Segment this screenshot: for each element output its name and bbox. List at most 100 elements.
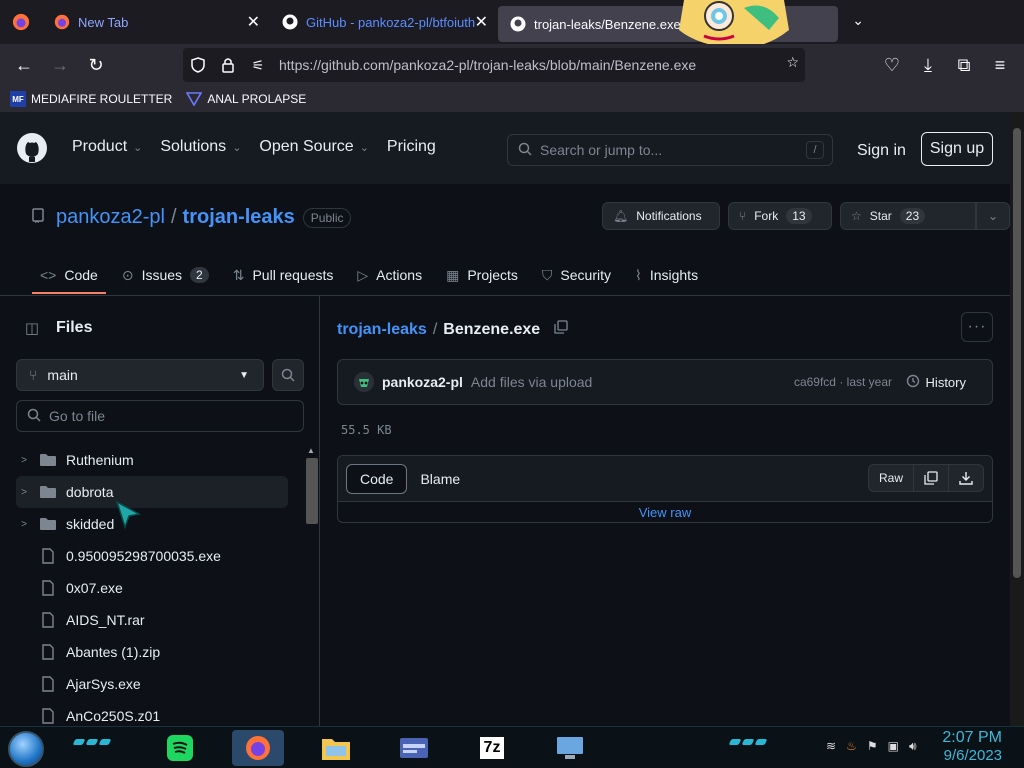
tab-insights[interactable]: ⌇ Insights [627, 256, 706, 294]
taskbar-file-explorer[interactable] [310, 730, 362, 766]
bookmark-mediafire[interactable]: MF MEDIAFIRE ROULETTER [10, 91, 172, 107]
downloads-icon[interactable]: ⤓ [910, 49, 946, 81]
nav-pricing[interactable]: Pricing [387, 138, 436, 156]
nav-open-source[interactable]: Open Source ⌄ [259, 138, 369, 156]
flag-icon[interactable]: ⚑ [867, 739, 878, 754]
browser-tab-bar: New Tab ✕ GitHub - pankoza2-pl/btfoiuth … [0, 0, 1024, 44]
tree-file[interactable]: AnCo250S.z01 [16, 700, 288, 726]
close-tab-icon[interactable]: ✕ [475, 12, 488, 32]
scrollbar-thumb[interactable] [1013, 128, 1021, 578]
menu-icon[interactable]: ≡ [982, 49, 1018, 81]
tree-file[interactable]: AjarSys.exe [16, 668, 288, 700]
bell-icon: 🔔︎ [613, 209, 629, 223]
github-logo-icon[interactable] [16, 132, 48, 164]
branch-selector[interactable]: ⑂ main ▼ [16, 359, 264, 391]
chevron-right-icon[interactable]: > [16, 455, 32, 466]
firefox-icon [246, 736, 270, 760]
taskbar-app[interactable] [388, 730, 440, 766]
sidebar-collapse-icon[interactable]: ◫ [16, 316, 48, 340]
firefox-icon [54, 14, 70, 30]
tab-security[interactable]: ⛉ Security [534, 256, 619, 294]
avatar[interactable] [354, 372, 374, 392]
sidebar-scrollbar[interactable]: ▲ [304, 446, 318, 726]
play-icon: ▷ [357, 266, 369, 283]
copy-path-icon[interactable] [554, 320, 568, 339]
repo-name-link[interactable]: trojan-leaks [183, 206, 295, 229]
repo-owner-link[interactable]: pankoza2-pl [56, 206, 165, 229]
tree-file[interactable]: 0.950095298700035.exe [16, 540, 288, 572]
shield-icon[interactable] [183, 57, 213, 73]
reload-button[interactable]: ↻ [78, 49, 114, 81]
firefox-menu-icon[interactable] [0, 0, 42, 44]
tree-folder[interactable]: > Ruthenium [16, 444, 288, 476]
volume-icon[interactable]: 🔊︎ [909, 739, 917, 754]
monitor-tray-icon[interactable]: ▣ [888, 739, 899, 754]
breadcrumb-repo-link[interactable]: trojan-leaks [337, 321, 427, 339]
scroll-up-arrow-icon[interactable]: ▲ [304, 446, 318, 455]
github-icon [282, 14, 298, 30]
bookmark-star-icon[interactable]: ☆ [786, 54, 799, 71]
commit-author-link[interactable]: pankoza2-pl [382, 374, 463, 390]
tab-actions[interactable]: ▷ Actions [349, 256, 430, 294]
star-button[interactable]: ☆ Star 23 [840, 202, 976, 230]
url-text[interactable]: https://github.com/pankoza2-pl/trojan-le… [279, 57, 696, 73]
commit-hash-link[interactable]: ca69fcd · last year [794, 375, 892, 389]
chevron-down-icon[interactable]: ⌄ [852, 12, 864, 29]
tab-code[interactable]: <> Code [32, 256, 106, 294]
fork-button[interactable]: ⑂ Fork 13 [728, 202, 832, 230]
code-view-button[interactable]: Code [346, 464, 408, 494]
tab-label: Pull requests [252, 267, 334, 283]
sign-up-button[interactable]: Sign up [921, 132, 993, 166]
nav-solutions[interactable]: Solutions ⌄ [160, 138, 241, 156]
url-bar[interactable]: ⚟ https://github.com/pankoza2-pl/trojan-… [183, 48, 805, 82]
extensions-icon[interactable]: ⧉ [946, 49, 982, 81]
search-files-button[interactable] [272, 359, 304, 391]
tree-file[interactable]: AIDS_NT.rar [16, 604, 288, 636]
view-raw-link[interactable]: View raw [338, 502, 992, 524]
taskbar-firefox[interactable] [232, 730, 284, 766]
tab-github-btfoiuth[interactable]: GitHub - pankoza2-pl/btfoiuth ✕ [270, 0, 498, 44]
tab-issues[interactable]: ⊙ Issues 2 [114, 256, 217, 294]
tree-file[interactable]: Abantes (1).zip [16, 636, 288, 668]
tab-pull-requests[interactable]: ⇅ Pull requests [225, 256, 342, 294]
nav-product[interactable]: Product ⌄ [72, 138, 142, 156]
forward-button[interactable]: → [42, 49, 78, 81]
permissions-icon[interactable]: ⚟ [243, 57, 273, 74]
tree-file[interactable]: 0x07.exe [16, 572, 288, 604]
raw-button[interactable]: Raw [869, 465, 914, 491]
download-icon[interactable] [949, 465, 983, 491]
go-to-file-input[interactable]: Go to file [16, 400, 304, 432]
start-button[interactable] [8, 731, 44, 767]
tab-projects[interactable]: ▦ Projects [438, 256, 526, 294]
history-button[interactable]: History [906, 374, 966, 391]
repo-title: pankoza2-pl / trojan-leaks Public [32, 206, 352, 229]
lock-icon[interactable] [213, 57, 243, 73]
tree-item-label: AnCo250S.z01 [66, 708, 161, 724]
bookmark-second[interactable]: ANAL PROLAPSE [186, 91, 306, 107]
pocket-icon[interactable]: ♡ [874, 49, 910, 81]
taskbar-remote-desktop[interactable] [544, 730, 596, 766]
blame-view-button[interactable]: Blame [407, 464, 473, 494]
copy-raw-icon[interactable] [914, 465, 949, 491]
network-icon[interactable]: ≋ [826, 739, 836, 754]
scrollbar-thumb[interactable] [306, 458, 318, 524]
tree-folder[interactable]: > dobrota [16, 476, 288, 508]
folder-icon [38, 517, 58, 531]
back-button[interactable]: ← [6, 49, 42, 81]
notifications-button[interactable]: 🔔︎ Notifications [602, 202, 720, 230]
taskbar-7zip[interactable]: 7z [466, 730, 518, 766]
close-tab-icon[interactable]: ✕ [247, 12, 260, 32]
file-icon [38, 548, 58, 564]
taskbar-spotify[interactable] [154, 730, 206, 766]
star-dropdown-button[interactable]: ⌄ [976, 202, 1010, 230]
chevron-right-icon[interactable]: > [16, 519, 32, 530]
tree-folder[interactable]: > skidded [16, 508, 288, 540]
more-options-button[interactable]: ··· [961, 312, 993, 342]
chevron-right-icon[interactable]: > [16, 487, 32, 498]
commit-message-link[interactable]: Add files via upload [471, 374, 592, 390]
sign-in-link[interactable]: Sign in [857, 142, 906, 160]
taskbar-clock[interactable]: 2:07 PM 9/6/2023 [942, 729, 1002, 764]
java-icon[interactable]: ♨ [846, 739, 857, 754]
search-input[interactable]: Search or jump to... / [507, 134, 833, 166]
tab-new-tab[interactable]: New Tab ✕ [42, 0, 270, 44]
